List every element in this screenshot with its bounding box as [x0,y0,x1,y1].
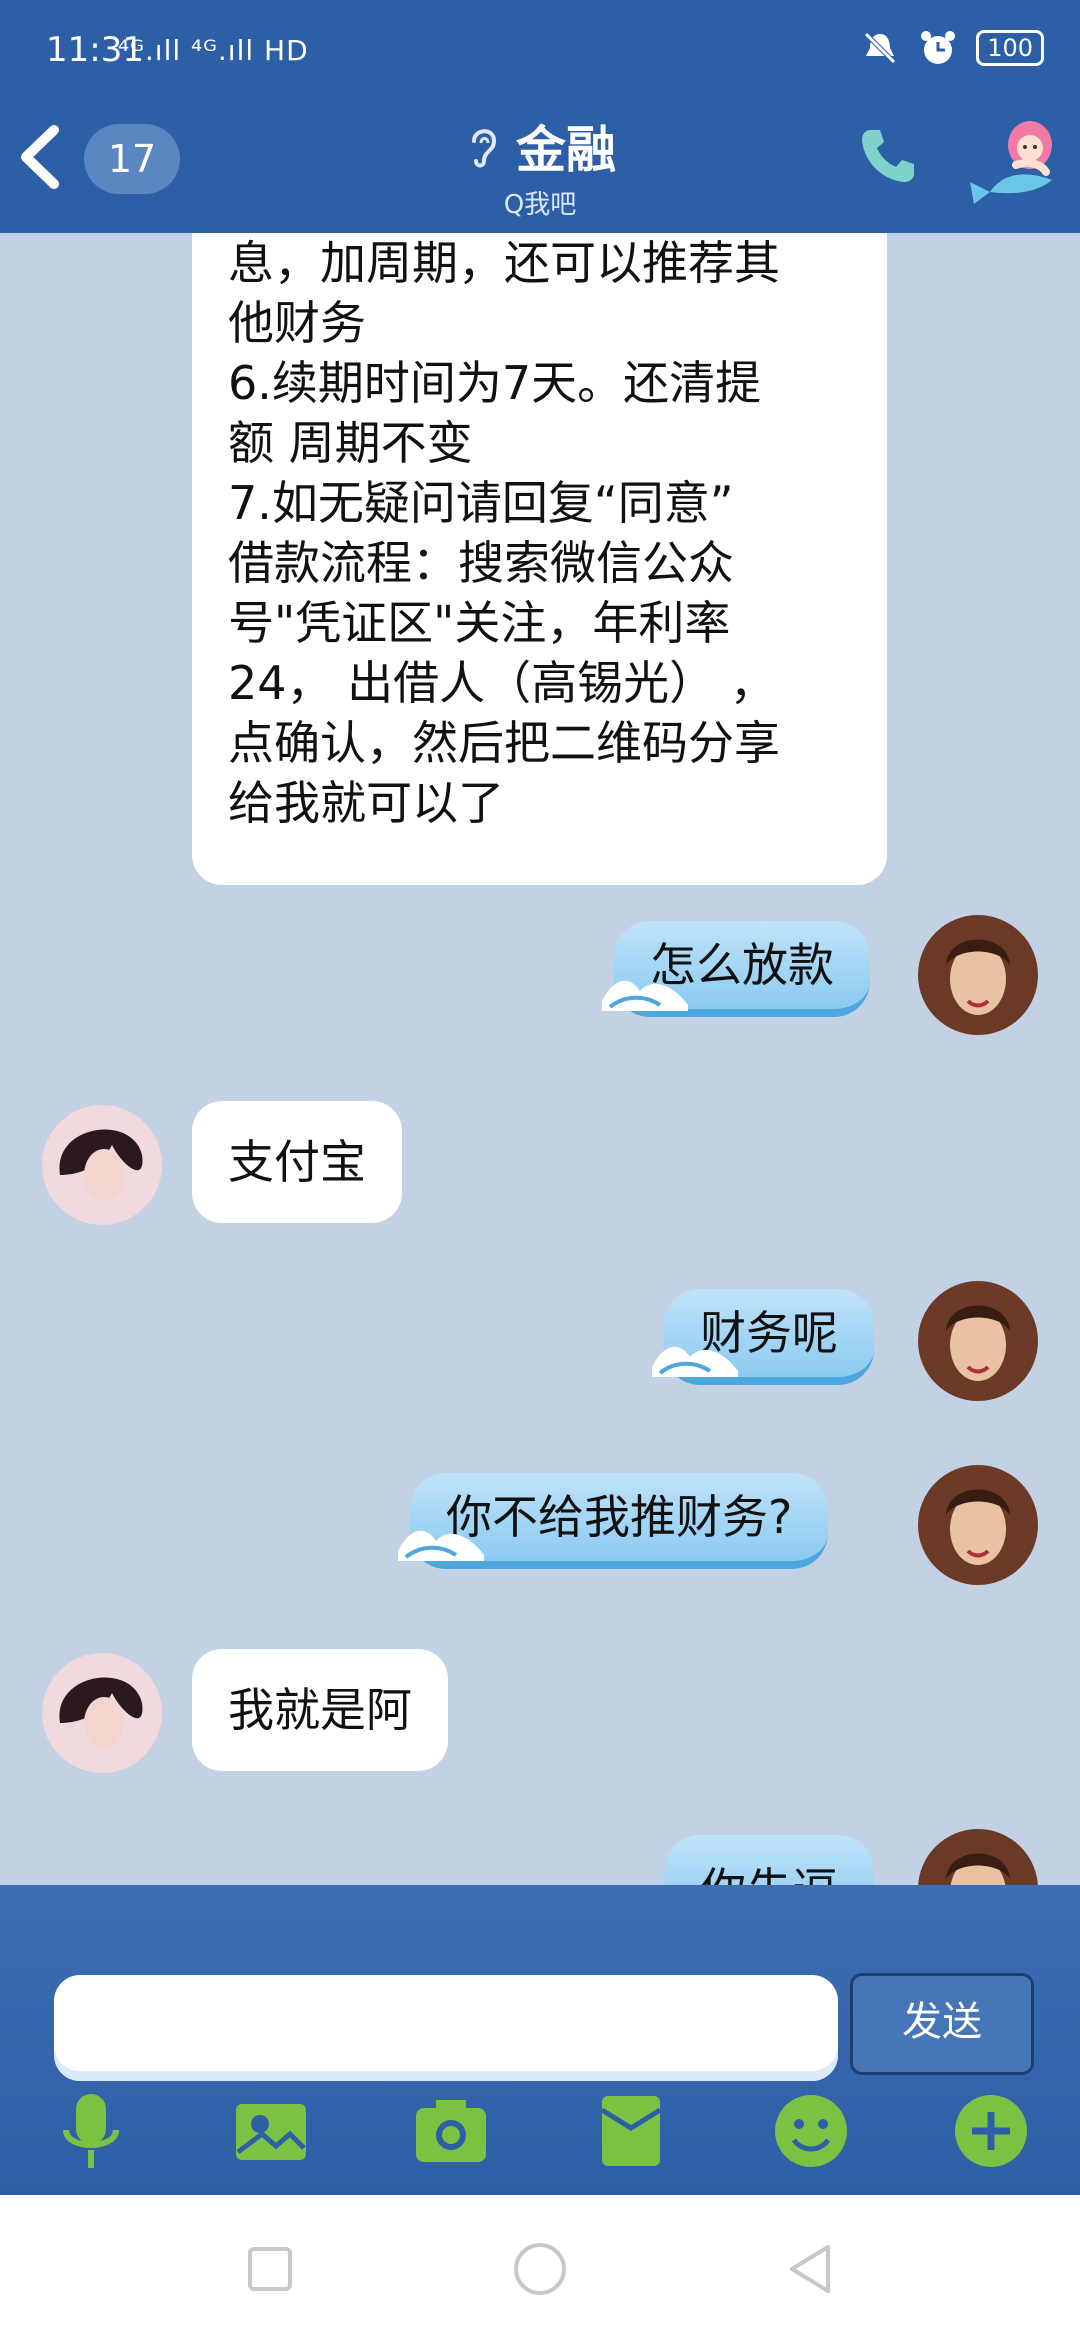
chat-title: 金融 [516,121,616,179]
wave-decoration-icon [652,1346,738,1377]
mermaid-icon[interactable] [960,110,1070,210]
message-line: 点确认，然后把二维码分享 [228,716,780,770]
wave-decoration-icon [602,980,688,1011]
status-icons: 100 [860,28,1044,68]
message-line: 借款流程：搜索微信公众 [228,536,734,590]
back-nav-icon[interactable] [782,2241,838,2297]
avatar-image [42,1105,162,1225]
message-line: 息，加周期，还可以推荐其 [228,236,780,290]
message-line: 7.如无疑问请回复“同意” [228,476,734,530]
image-icon[interactable] [230,2090,312,2172]
chat-area[interactable]: 息，加周期，还可以推荐其 他财务 6.续期时间为7天。还清提 额 周期不变 7.… [0,233,1080,1885]
my-avatar[interactable] [918,915,1038,1035]
alarm-icon [921,31,956,64]
message-line: 给我就可以了 [228,776,504,830]
wave-decoration-icon [398,1530,484,1561]
avatar-image [918,915,1038,1035]
my-avatar[interactable] [918,1281,1038,1401]
message-bubble-incoming[interactable]: 息，加周期，还可以推荐其 他财务 6.续期时间为7天。还清提 额 周期不变 7.… [192,233,887,885]
message-bubble-incoming[interactable]: 我就是阿 [192,1649,448,1771]
contact-avatar[interactable] [42,1105,162,1225]
network-indicator: ⁴ᴳ.ıll ⁴ᴳ.ıll HD [118,34,309,67]
message-line: 额 周期不变 [228,416,473,470]
system-navigation-bar [0,2195,1080,2340]
phone-icon[interactable] [856,124,920,188]
avatar-image [42,1653,162,1773]
message-bubble-outgoing[interactable]: 你先逗 [664,1835,874,1885]
chat-subtitle: Q我吧 [503,190,577,220]
avatar-image [918,1281,1038,1401]
camera-icon[interactable] [410,2090,492,2172]
message-line: 号"凭证区"关注，年利率 [228,596,731,650]
battery-indicator: 100 [976,30,1044,66]
my-avatar[interactable] [918,1829,1038,1885]
microphone-icon[interactable] [50,2090,132,2172]
silent-icon [864,32,896,64]
plus-icon[interactable] [950,2090,1032,2172]
header: 11:31 ⁴ᴳ.ıll ⁴ᴳ.ıll HD 100 17 金融 Q我吧 [0,0,1080,233]
message-line: 6.续期时间为7天。还清提 [228,356,762,410]
message-line: 24， 出借人（高锡光） ， [228,656,776,710]
avatar-image [918,1829,1038,1885]
emoji-icon[interactable] [770,2090,852,2172]
message-line: 他财务 [228,296,366,350]
contact-avatar[interactable] [42,1653,162,1773]
home-icon[interactable] [512,2241,568,2297]
ear-icon [472,129,497,168]
red-packet-icon[interactable] [590,2090,672,2172]
message-bubble-incoming[interactable]: 支付宝 [192,1101,402,1223]
my-avatar[interactable] [918,1465,1038,1585]
message-input[interactable] [54,1975,838,2081]
avatar-image [918,1465,1038,1585]
send-button[interactable]: 发送 [850,1973,1034,2075]
recent-apps-icon[interactable] [242,2241,298,2297]
input-bar: 发送 [0,1885,1080,2195]
